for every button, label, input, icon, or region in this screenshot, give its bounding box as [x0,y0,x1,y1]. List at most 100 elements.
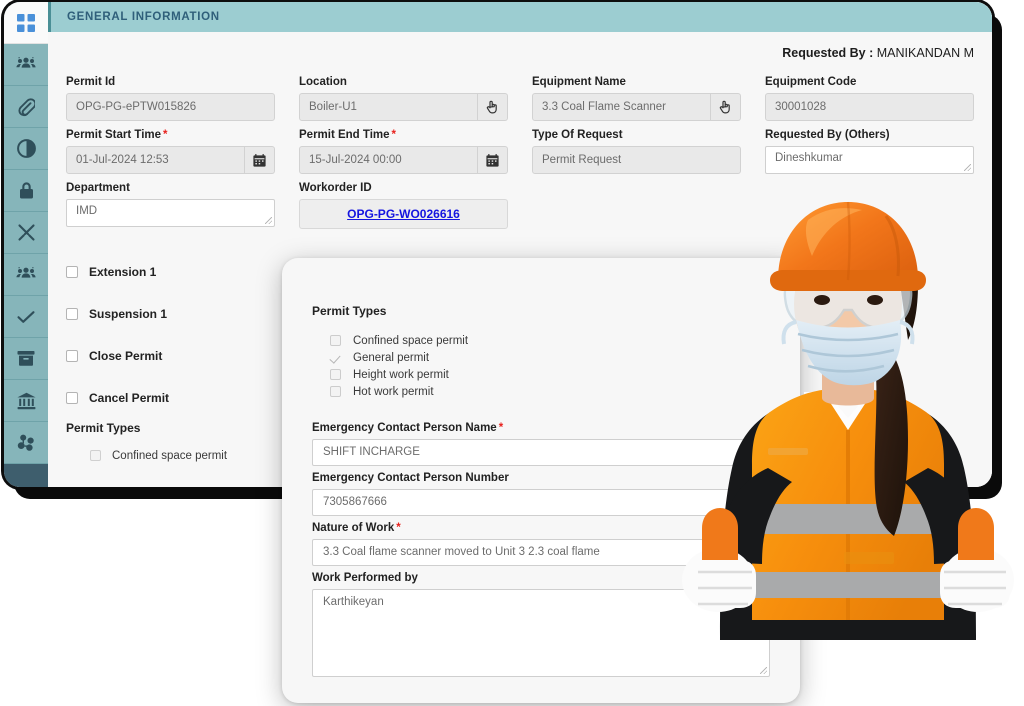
label-text: Department [66,182,130,194]
sidebar-item-archive[interactable] [4,338,48,380]
requested-by-others-textarea[interactable]: Dineshkumar [765,146,974,174]
field-equipment-name: Equipment Name 3.3 Coal Flame Scanner [532,76,741,121]
label-text: Emergency Contact Person Number [312,472,509,484]
overlay-permit-type-row-height-work[interactable]: Height work permit [330,366,770,383]
overlay-card-body: Permit Types Confined space permit Gener… [282,258,800,677]
equipment-code-input[interactable]: 30001028 [765,93,974,121]
requested-by-line: Requested By : MANIKANDAN M [48,32,992,60]
checkbox-label: Close Permit [89,349,162,363]
required-marker: * [396,522,400,534]
users-group-icon [16,57,36,73]
grid-spacer [765,174,974,229]
screenshot-root: GENERAL INFORMATION Requested By : MANIK… [0,0,1024,706]
required-marker: * [499,422,503,434]
work-performed-by-textarea[interactable]: Karthikeyan [312,589,770,677]
type-of-request-input[interactable]: Permit Request [532,146,741,174]
checkbox-icon[interactable] [330,369,341,380]
permit-type-label: General permit [353,352,429,364]
checkbox-icon[interactable] [66,392,78,404]
sidebar-nav [4,2,48,487]
permit-id-input[interactable]: OPG-PG-ePTW015826 [66,93,275,121]
overlay-permit-types-heading: Permit Types [312,304,770,318]
users-group-icon [16,267,36,283]
overlay-permit-type-row-general[interactable]: General permit [330,349,770,366]
label-equipment-name: Equipment Name [532,76,741,88]
sidebar-item-tools[interactable] [4,212,48,254]
molecule-icon [17,434,36,452]
sidebar-item-organization[interactable] [4,380,48,422]
location-input[interactable]: Boiler-U1 [299,93,478,121]
checkbox-icon[interactable] [66,350,78,362]
tools-icon [17,223,36,242]
required-marker: * [392,129,396,141]
checkbox-icon[interactable] [66,266,78,278]
overlay-permit-type-row-confined-space[interactable]: Confined space permit [330,332,770,349]
sidebar-item-materials[interactable] [4,422,48,464]
checkbox-label: Suspension 1 [89,307,167,321]
label-text: Permit Start Time [66,129,161,141]
label-text: Requested By (Others) [765,129,890,141]
pointer-hand-icon[interactable] [711,93,741,121]
calendar-icon[interactable] [245,146,275,174]
location-input-group: Boiler-U1 [299,93,508,121]
checkbox-icon[interactable] [330,386,341,397]
checkbox-icon[interactable] [330,335,341,346]
permit-type-label: Confined space permit [112,450,227,462]
workorder-id-link[interactable]: OPG-PG-WO026616 [299,199,508,229]
sidebar-item-users[interactable] [4,44,48,86]
calendar-icon[interactable] [478,146,508,174]
sidebar-item-attachments[interactable] [4,86,48,128]
sidebar-item-teams[interactable] [4,254,48,296]
label-emergency-contact-name: Emergency Contact Person Name* [312,422,770,434]
checkbox-icon[interactable] [90,450,101,461]
check-icon [16,309,36,325]
equipment-name-input-group: 3.3 Coal Flame Scanner [532,93,741,121]
sidebar-item-contrast[interactable] [4,128,48,170]
label-workorder-id: Workorder ID [299,182,508,194]
field-permit-start-time: Permit Start Time* 01-Jul-2024 12:53 [66,129,275,174]
overlay-permit-type-row-hot-work[interactable]: Hot work permit [330,383,770,400]
label-text: Emergency Contact Person Name [312,422,497,434]
permit-details-overlay-card: Permit Types Confined space permit Gener… [282,258,800,703]
emergency-contact-name-input[interactable]: SHIFT INCHARGE [312,439,770,466]
permit-start-time-input[interactable]: 01-Jul-2024 12:53 [66,146,245,174]
overlay-permit-types-list: Confined space permit General permit Hei… [312,318,770,400]
label-permit-id: Permit Id [66,76,275,88]
checkbox-label: Cancel Permit [89,391,169,405]
emergency-contact-number-input[interactable]: 7305867666 [312,489,770,516]
permit-end-time-input[interactable]: 15-Jul-2024 00:00 [299,146,478,174]
sidebar-item-security[interactable] [4,170,48,212]
label-type-of-request: Type Of Request [532,129,741,141]
label-permit-start-time: Permit Start Time* [66,129,275,141]
required-marker: * [163,129,167,141]
label-text: Permit Id [66,76,115,88]
sidebar-item-dashboard[interactable] [4,2,48,44]
nature-of-work-input[interactable]: 3.3 Coal flame scanner moved to Unit 3 2… [312,539,770,566]
permit-type-label: Confined space permit [353,335,468,347]
pointer-hand-icon[interactable] [478,93,508,121]
label-permit-end-time: Permit End Time* [299,129,508,141]
field-type-of-request: Type Of Request Permit Request [532,129,741,174]
field-location: Location Boiler-U1 [299,76,508,121]
label-text: Nature of Work [312,522,394,534]
checkbox-icon[interactable] [66,308,78,320]
equipment-name-input[interactable]: 3.3 Coal Flame Scanner [532,93,711,121]
checkmark-icon[interactable] [330,352,341,363]
permit-end-time-group: 15-Jul-2024 00:00 [299,146,508,174]
checkbox-label: Extension 1 [89,265,156,279]
label-text: Work Performed by [312,572,418,584]
field-permit-end-time: Permit End Time* 15-Jul-2024 00:00 [299,129,508,174]
label-text: Location [299,76,347,88]
label-location: Location [299,76,508,88]
department-textarea[interactable]: IMD [66,199,275,227]
field-emergency-contact-number: Emergency Contact Person Number 73058676… [312,472,770,516]
label-text: Workorder ID [299,182,372,194]
archive-box-icon [17,350,35,367]
permit-type-label: Height work permit [353,369,449,381]
field-nature-of-work: Nature of Work* 3.3 Coal flame scanner m… [312,522,770,566]
sidebar-item-approvals[interactable] [4,296,48,338]
field-work-performed-by: Work Performed by Karthikeyan [312,572,770,677]
requested-by-value: MANIKANDAN M [877,46,974,60]
paperclip-icon [17,97,35,117]
label-equipment-code: Equipment Code [765,76,974,88]
